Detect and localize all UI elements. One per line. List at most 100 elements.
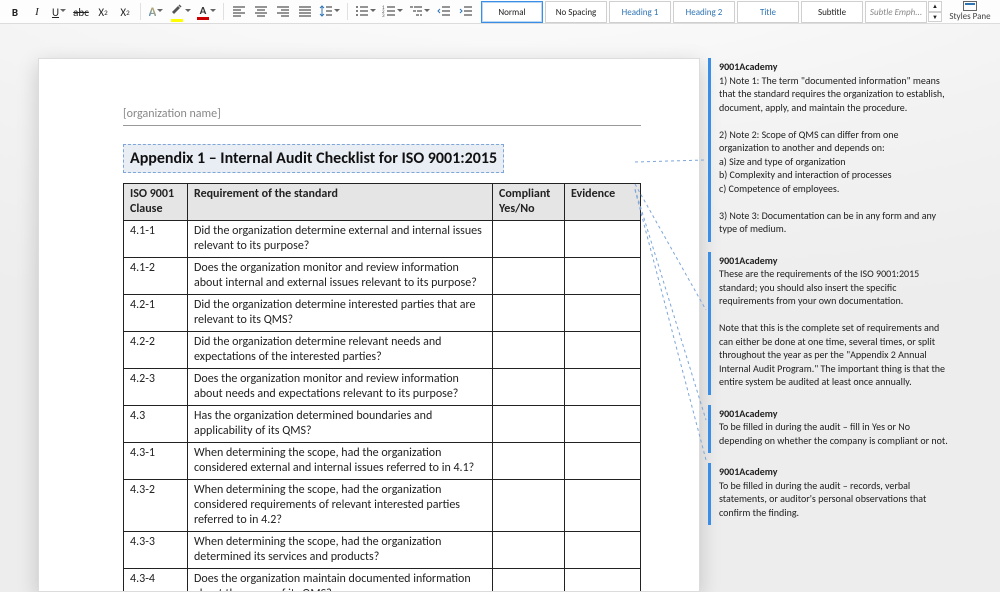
underline-button[interactable]: U [48,1,70,23]
cell-evidence[interactable] [565,569,641,592]
align-justify-icon [298,4,312,21]
cell-clause[interactable]: 4.3 [124,406,188,443]
cell-compliant[interactable] [493,480,565,532]
highlight-swatch [171,19,183,22]
decrease-indent-button[interactable] [433,1,455,23]
italic-button[interactable]: I [26,1,48,23]
cell-compliant[interactable] [493,295,565,332]
cell-compliant[interactable] [493,332,565,369]
cell-clause[interactable]: 4.3-1 [124,443,188,480]
numbering-button[interactable]: 123 [379,1,406,23]
text-effects-button[interactable]: A [145,1,167,23]
line-spacing-button[interactable] [316,1,343,23]
cell-clause[interactable]: 4.1-2 [124,258,188,295]
cell-clause[interactable]: 4.3-2 [124,480,188,532]
cell-evidence[interactable] [565,221,641,258]
formatting-toolbar: B I U abc X2 X2 A A 123 NormalNo Spacing… [0,0,1000,24]
separator [347,3,348,20]
cell-compliant[interactable] [493,569,565,592]
cell-requirement[interactable]: When determining the scope, had the orga… [188,532,493,569]
comment[interactable]: 9001AcademyTo be filled in during the au… [708,405,956,454]
table-row[interactable]: 4.3-3When determining the scope, had the… [124,532,641,569]
cell-compliant[interactable] [493,406,565,443]
cell-evidence[interactable] [565,295,641,332]
style-thumb-subtle-emph-[interactable]: Subtle Emph... [865,1,927,23]
cell-clause[interactable]: 4.1-1 [124,221,188,258]
audit-checklist-table[interactable]: ISO 9001 Clause Requirement of the stand… [123,183,641,592]
organization-name-field[interactable]: [organization name] [123,107,641,126]
cell-clause[interactable]: 4.2-2 [124,332,188,369]
cell-requirement[interactable]: Does the organization monitor and review… [188,369,493,406]
cell-requirement[interactable]: Has the organization determined boundari… [188,406,493,443]
cell-requirement[interactable]: Does the organization monitor and review… [188,258,493,295]
comment-author: 9001Academy [719,465,950,479]
cell-evidence[interactable] [565,332,641,369]
document-title[interactable]: Appendix 1 – Internal Audit Checklist fo… [123,144,504,173]
table-row[interactable]: 4.3Has the organization determined bound… [124,406,641,443]
cell-compliant[interactable] [493,532,565,569]
style-thumb-no-spacing[interactable]: No Spacing [545,1,607,23]
cell-compliant[interactable] [493,221,565,258]
cell-clause[interactable]: 4.3-4 [124,569,188,592]
cell-requirement[interactable]: When determining the scope, had the orga… [188,443,493,480]
highlight-color-button[interactable] [167,1,194,23]
cell-evidence[interactable] [565,443,641,480]
cell-compliant[interactable] [493,258,565,295]
styles-scroll-up[interactable]: ▲ [928,1,942,12]
align-justify-button[interactable] [294,1,316,23]
fontcolor-swatch [197,17,209,20]
align-center-button[interactable] [250,1,272,23]
style-thumb-title[interactable]: Title [737,1,799,23]
style-thumb-subtitle[interactable]: Subtitle [801,1,863,23]
table-row[interactable]: 4.3-4Does the organization maintain docu… [124,569,641,592]
cell-evidence[interactable] [565,480,641,532]
cell-requirement[interactable]: Did the organization determine external … [188,221,493,258]
comment[interactable]: 9001AcademyTo be filled in during the au… [708,463,956,525]
align-left-button[interactable] [228,1,250,23]
cell-evidence[interactable] [565,406,641,443]
cell-compliant[interactable] [493,369,565,406]
comment[interactable]: 9001AcademyThese are the requirements of… [708,252,956,395]
cell-clause[interactable]: 4.2-1 [124,295,188,332]
header-clause: ISO 9001 Clause [124,184,188,221]
styles-gallery-scroll[interactable]: ▲ ▼ [928,1,942,22]
highlighter-icon [170,2,184,18]
cell-evidence[interactable] [565,369,641,406]
table-row[interactable]: 4.2-3Does the organization monitor and r… [124,369,641,406]
multilevel-list-button[interactable] [406,1,433,23]
styles-gallery: NormalNo SpacingHeading 1Heading 2TitleS… [480,0,928,24]
table-row[interactable]: 4.1-2Does the organization monitor and r… [124,258,641,295]
table-row[interactable]: 4.3-2When determining the scope, had the… [124,480,641,532]
style-thumb-heading-1[interactable]: Heading 1 [609,1,671,23]
align-right-button[interactable] [272,1,294,23]
strikethrough-button[interactable]: abc [70,1,92,23]
style-thumb-normal[interactable]: Normal [481,1,543,23]
bullets-icon [355,4,369,21]
table-row[interactable]: 4.2-1Did the organization determine inte… [124,295,641,332]
cell-requirement[interactable]: When determining the scope, had the orga… [188,480,493,532]
table-row[interactable]: 4.1-1Did the organization determine exte… [124,221,641,258]
font-color-button[interactable]: A [194,1,219,23]
document-page[interactable]: [organization name] Appendix 1 – Interna… [38,58,700,592]
styles-pane-button[interactable]: Styles Pane [948,1,992,22]
superscript-button[interactable]: X2 [114,1,136,23]
comment[interactable]: 9001Academy1) Note 1: The term "document… [708,58,956,242]
subscript-button[interactable]: X2 [92,1,114,23]
comment-text: To be filled in during the audit – fill … [719,420,950,447]
cell-requirement[interactable]: Does the organization maintain documente… [188,569,493,592]
cell-clause[interactable]: 4.2-3 [124,369,188,406]
align-right-icon [276,4,290,21]
increase-indent-button[interactable] [455,1,477,23]
table-row[interactable]: 4.3-1When determining the scope, had the… [124,443,641,480]
cell-requirement[interactable]: Did the organization determine intereste… [188,295,493,332]
style-thumb-heading-2[interactable]: Heading 2 [673,1,735,23]
table-row[interactable]: 4.2-2Did the organization determine rele… [124,332,641,369]
bold-button[interactable]: B [4,1,26,23]
cell-requirement[interactable]: Did the organization determine relevant … [188,332,493,369]
styles-scroll-down[interactable]: ▼ [928,12,942,23]
cell-compliant[interactable] [493,443,565,480]
bullets-button[interactable] [352,1,379,23]
cell-clause[interactable]: 4.3-3 [124,532,188,569]
cell-evidence[interactable] [565,532,641,569]
cell-evidence[interactable] [565,258,641,295]
